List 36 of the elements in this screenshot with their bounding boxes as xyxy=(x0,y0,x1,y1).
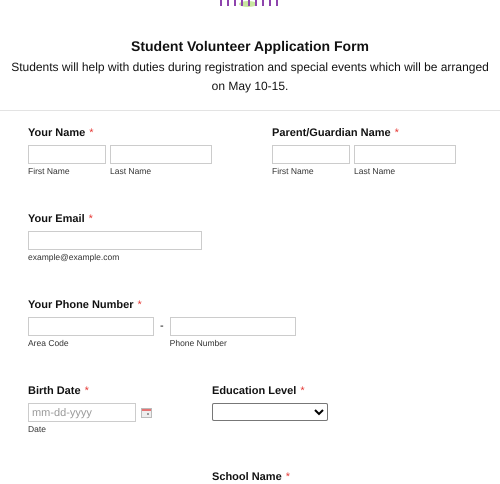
field-label: Parent/Guardian Name xyxy=(272,127,391,140)
input-field[interactable] xyxy=(272,145,350,164)
field-label: Education Level xyxy=(212,385,296,398)
form-title: Student Volunteer Application Form xyxy=(130,38,370,54)
required-mark: * xyxy=(89,127,94,140)
required-mark: * xyxy=(394,127,399,140)
field-sublabel: First Name xyxy=(28,166,71,176)
required-mark: * xyxy=(84,385,89,398)
field-label: Your Phone Number xyxy=(28,299,134,312)
field-sublabel: example@example.com xyxy=(28,252,120,262)
form-description: Students will help with duties during registration and special events which will be arranged on May 10-15. xyxy=(10,59,490,95)
input-field[interactable]: mm-dd-yyyy xyxy=(28,403,136,422)
required-mark: * xyxy=(88,213,93,226)
required-mark: * xyxy=(286,471,290,484)
field-sublabel: Area Code xyxy=(28,338,70,348)
input-field[interactable] xyxy=(170,317,296,336)
field-label: Birth Date xyxy=(28,385,81,398)
input-field[interactable] xyxy=(28,317,154,336)
separator: - xyxy=(159,319,165,332)
education-select[interactable] xyxy=(212,403,328,421)
field-sublabel: Last Name xyxy=(110,166,152,176)
field-sublabel: Last Name xyxy=(354,166,396,176)
field-label: Your Email xyxy=(28,213,85,226)
logo-drawing xyxy=(220,0,280,7)
input-field[interactable] xyxy=(110,145,212,164)
input-field[interactable] xyxy=(354,145,456,164)
field-sublabel: First Name xyxy=(272,166,315,176)
field-label: School Name xyxy=(212,471,282,484)
field-sublabel: Date xyxy=(28,424,47,434)
required-mark: * xyxy=(138,299,142,312)
field-label: Your Name xyxy=(28,127,86,140)
input-field[interactable] xyxy=(28,231,202,250)
input-field[interactable] xyxy=(28,145,106,164)
field-sublabel: Phone Number xyxy=(170,338,228,348)
calendar-icon[interactable] xyxy=(141,408,152,418)
required-mark: * xyxy=(300,385,305,398)
